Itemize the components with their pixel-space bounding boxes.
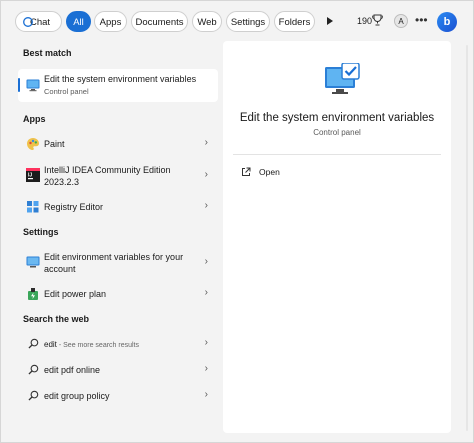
section-settings: Settings [23, 227, 59, 237]
web-item-hint: - See more search results [56, 342, 139, 349]
search-icon [28, 364, 39, 375]
settings-item-edit-power-plan[interactable]: Edit power plan › [18, 285, 218, 303]
open-external-icon [242, 167, 251, 176]
search-filter-bar: Chat All Apps Documents Web Settings Fol… [1, 1, 473, 41]
best-match-item[interactable]: Edit the system environment variables Co… [18, 69, 218, 102]
tab-documents[interactable]: Documents [131, 11, 188, 32]
tab-folders-label: Folders [278, 17, 311, 28]
tab-settings-label: Settings [230, 17, 266, 28]
chat-button[interactable]: Chat [15, 11, 62, 32]
system-properties-icon [325, 63, 360, 94]
settings-item-label: Edit environment variables for your [44, 252, 184, 262]
best-match-subtitle: Control panel [44, 87, 89, 96]
tab-documents-label: Documents [135, 17, 184, 28]
chevron-right-icon[interactable]: › [205, 169, 208, 180]
bing-icon[interactable]: b [437, 12, 457, 32]
settings-item-label-line2: account [44, 264, 76, 274]
settings-item-edit-env-vars[interactable]: Edit environment variables for your acco… [18, 248, 218, 276]
search-icon [28, 338, 39, 349]
chat-label: Chat [30, 17, 51, 28]
app-item-version: 2023.2.3 [44, 177, 80, 187]
avatar[interactable]: A [394, 14, 408, 28]
tab-apps[interactable]: Apps [94, 11, 127, 32]
best-match-title: Edit the system environment variables [44, 74, 197, 84]
trophy-icon[interactable] [372, 14, 383, 26]
chevron-right-icon[interactable]: › [205, 389, 208, 400]
tab-all-label: All [73, 17, 84, 28]
app-item-label: Registry Editor [44, 202, 104, 212]
open-action[interactable]: Open [233, 164, 343, 180]
registry-icon [27, 201, 39, 213]
chevron-right-icon[interactable]: › [205, 200, 208, 211]
tab-settings[interactable]: Settings [226, 11, 270, 32]
chevron-right-icon[interactable]: › [205, 287, 208, 298]
app-item-intellij[interactable]: IJ IntelliJ IDEA Community Edition 2023.… [18, 161, 218, 189]
section-best-match: Best match [23, 48, 72, 58]
chevron-right-icon[interactable]: › [205, 337, 208, 348]
app-item-registry-editor[interactable]: Registry Editor › [18, 198, 218, 216]
chat-icon [23, 17, 33, 27]
web-item-query: edit [44, 340, 57, 349]
settings-item-label: Edit power plan [44, 289, 107, 299]
tab-folders[interactable]: Folders [274, 11, 315, 32]
power-plan-icon [28, 288, 38, 300]
web-item-edit[interactable]: edit - See more search results › [18, 335, 218, 353]
section-search-the-web: Search the web [23, 314, 90, 324]
web-item-label: edit group policy [44, 391, 110, 401]
app-item-label: IntelliJ IDEA Community Edition [44, 165, 171, 175]
tab-apps-label: Apps [99, 17, 122, 28]
divider [233, 154, 441, 155]
start-search-window: Chat All Apps Documents Web Settings Fol… [0, 0, 474, 443]
detail-pane: Edit the system environment variables Co… [223, 41, 451, 433]
tab-all[interactable]: All [66, 11, 91, 32]
chevron-right-icon[interactable]: › [205, 256, 208, 267]
detail-title: Edit the system environment variables [239, 112, 435, 124]
system-properties-icon [26, 79, 40, 92]
paint-icon [27, 138, 39, 150]
scrollbar[interactable] [466, 45, 468, 431]
open-label: Open [259, 167, 280, 177]
monitor-settings-icon [26, 256, 40, 268]
app-item-label: Paint [44, 139, 65, 149]
play-icon[interactable] [327, 17, 333, 25]
more-options-icon[interactable]: ••• [415, 13, 428, 27]
app-item-paint[interactable]: Paint › [18, 135, 218, 153]
section-apps: Apps [23, 114, 46, 124]
svg-text:IJ: IJ [28, 173, 32, 179]
web-item-label: edit - See more search results [44, 339, 139, 352]
web-item-edit-group-policy[interactable]: edit group policy › [18, 387, 218, 405]
search-icon [28, 390, 39, 401]
web-item-label: edit pdf online [44, 365, 101, 375]
chevron-right-icon[interactable]: › [205, 137, 208, 148]
tab-web-label: Web [197, 17, 217, 28]
detail-subtitle: Control panel [313, 128, 361, 137]
rewards-points: 190 [357, 16, 373, 26]
intellij-icon: IJ [26, 168, 40, 182]
chevron-right-icon[interactable]: › [205, 363, 208, 374]
results-list: Best match Edit the system environment v… [13, 41, 221, 433]
web-item-edit-pdf-online[interactable]: edit pdf online › [18, 361, 218, 379]
tab-web[interactable]: Web [192, 11, 222, 32]
